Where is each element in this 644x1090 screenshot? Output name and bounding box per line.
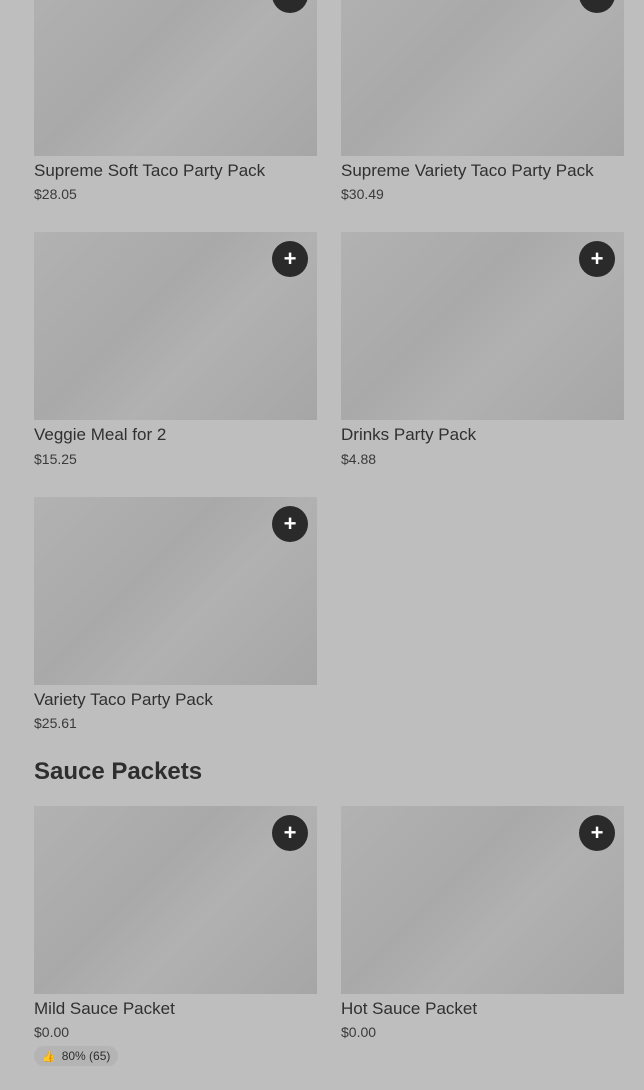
item-card-supreme-variety-taco-party-pack[interactable]: + Supreme Variety Taco Party Pack $30.49 bbox=[341, 0, 624, 202]
item-card-drinks-party-pack[interactable]: + Drinks Party Pack $4.88 bbox=[341, 232, 624, 467]
item-price: $0.00 bbox=[341, 1024, 377, 1041]
plus-icon: + bbox=[283, 820, 297, 845]
item-name[interactable]: Variety Taco Party Pack bbox=[34, 690, 317, 710]
item-name[interactable]: Hot Sauce Packet bbox=[341, 999, 624, 1019]
add-button[interactable]: + bbox=[579, 241, 615, 278]
add-button[interactable]: + bbox=[272, 505, 308, 542]
item-price: $30.49 bbox=[341, 186, 384, 203]
item-price: $25.61 bbox=[34, 715, 77, 732]
plus-icon: + bbox=[283, 510, 297, 536]
item-image[interactable]: + bbox=[34, 0, 317, 156]
item-price: $4.88 bbox=[341, 450, 377, 467]
add-button[interactable]: + bbox=[579, 815, 615, 851]
party-packs-grid: + Supreme Soft Taco Party Pack $28.05 + … bbox=[34, 0, 624, 731]
item-card-variety-taco-party-pack[interactable]: + Variety Taco Party Pack $25.61 bbox=[34, 496, 317, 732]
thumbs-up-icon: 👍 bbox=[42, 1050, 56, 1063]
item-card-veggie-meal-for-2[interactable]: + Veggie Meal for 2 $15.25 bbox=[34, 232, 317, 467]
add-button[interactable]: + bbox=[579, 0, 615, 13]
add-button[interactable]: + bbox=[272, 241, 308, 278]
add-button[interactable]: + bbox=[272, 0, 308, 13]
item-card-hot-sauce-packet[interactable]: + Hot Sauce Packet $0.00 bbox=[341, 806, 624, 1066]
item-image[interactable]: + bbox=[34, 496, 317, 685]
item-card-mild-sauce-packet[interactable]: + Mild Sauce Packet $0.00 👍 80% (65) bbox=[34, 806, 317, 1067]
plus-icon: + bbox=[283, 246, 297, 272]
item-image[interactable]: + bbox=[34, 232, 317, 421]
sauce-packets-grid: + Mild Sauce Packet $0.00 👍 80% (65) + H… bbox=[34, 806, 624, 1067]
item-name[interactable]: Drinks Party Pack bbox=[341, 425, 624, 445]
item-image[interactable]: + bbox=[341, 0, 624, 156]
rating-badge: 👍 80% (65) bbox=[34, 1046, 119, 1067]
item-name[interactable]: Supreme Soft Taco Party Pack bbox=[34, 161, 317, 181]
plus-icon: + bbox=[591, 0, 604, 6]
item-card-supreme-soft-taco-party-pack[interactable]: + Supreme Soft Taco Party Pack $28.05 bbox=[34, 0, 317, 202]
item-image[interactable]: + bbox=[34, 806, 317, 994]
rating-text: 80% (65) bbox=[61, 1049, 111, 1064]
item-price: $28.05 bbox=[34, 186, 77, 203]
item-name[interactable]: Veggie Meal for 2 bbox=[34, 425, 317, 445]
plus-icon: + bbox=[284, 0, 297, 6]
plus-icon: + bbox=[590, 820, 604, 845]
section-title-sauce-packets: Sauce Packets bbox=[34, 758, 203, 785]
item-name[interactable]: Supreme Variety Taco Party Pack bbox=[341, 161, 624, 181]
item-image[interactable]: + bbox=[341, 806, 624, 994]
item-image[interactable]: + bbox=[341, 232, 624, 421]
add-button[interactable]: + bbox=[272, 815, 308, 851]
item-price: $0.00 bbox=[34, 1024, 70, 1041]
plus-icon: + bbox=[590, 246, 604, 272]
item-name[interactable]: Mild Sauce Packet bbox=[34, 999, 317, 1019]
item-price: $15.25 bbox=[34, 450, 77, 467]
